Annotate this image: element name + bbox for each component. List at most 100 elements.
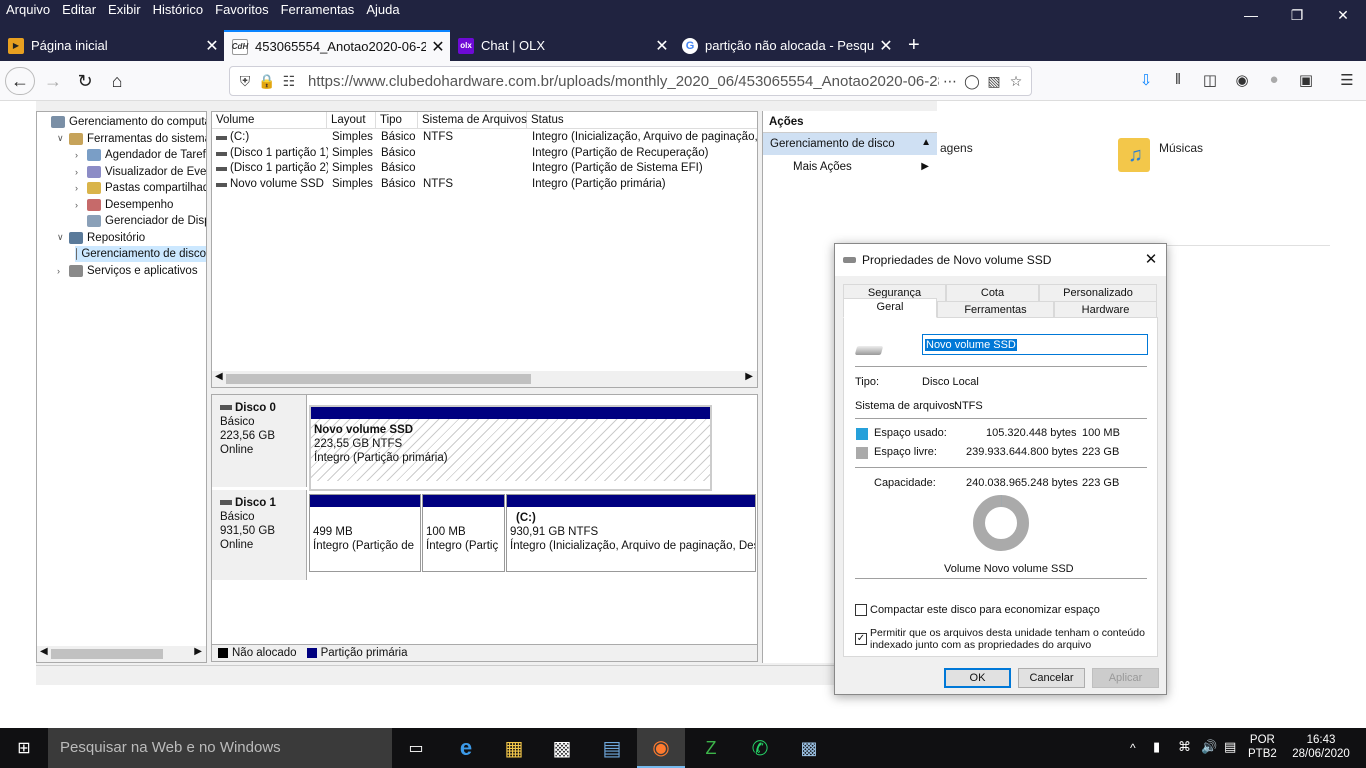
scroll-left-icon[interactable]: ◀ <box>215 371 223 382</box>
input-language[interactable]: POR PTB2 <box>1248 733 1277 761</box>
compress-label[interactable]: Compactar este disco para economizar esp… <box>870 604 1100 616</box>
menu-item[interactable]: Favoritos <box>209 3 274 17</box>
translate-icon[interactable]: ▧ <box>983 73 1005 90</box>
index-label-line1[interactable]: Permitir que os arquivos desta unidade t… <box>870 627 1145 639</box>
menu-item[interactable]: Editar <box>56 3 102 17</box>
collapse-up-icon[interactable]: ▲ <box>921 137 931 148</box>
restore-icon[interactable]: ❐ <box>1274 0 1320 30</box>
close-tab-icon[interactable]: ✕ <box>200 36 224 56</box>
minimize-icon[interactable]: — <box>1228 0 1274 30</box>
menu-item[interactable]: Exibir <box>102 3 147 17</box>
tab-image[interactable]: CdH 453065554_Anotao2020-06-28... ✕ <box>224 30 450 61</box>
expand-right-icon[interactable]: › <box>75 150 87 160</box>
battery-icon[interactable]: ▮ <box>1153 740 1160 754</box>
tree-node[interactable]: › Desempenho <box>75 197 173 213</box>
lock-icon[interactable]: 🔒 <box>256 73 278 90</box>
bookmark-star-icon[interactable]: ☆ <box>1005 73 1027 90</box>
shield-icon[interactable]: ⛨ <box>234 73 256 90</box>
ok-button[interactable]: OK <box>944 668 1011 688</box>
expand-right-icon[interactable]: › <box>75 183 87 193</box>
url-text[interactable]: https://www.clubedohardware.com.br/uploa… <box>308 73 939 90</box>
disk1-partition-c[interactable]: (C:) 930,91 GB NTFS Íntegro (Inicializaç… <box>506 494 756 572</box>
reload-button[interactable]: ↻ <box>70 67 100 95</box>
col-status[interactable]: Status <box>527 112 757 129</box>
task-view-icon[interactable]: ▭ <box>392 728 440 768</box>
disk1-partition-recovery[interactable]: 499 MB Íntegro (Partição de <box>309 494 421 572</box>
volume-name-input[interactable]: Novo volume SSD <box>922 334 1148 355</box>
clock[interactable]: 16:43 28/06/2020 <box>1288 733 1354 761</box>
tray-overflow-icon[interactable]: ^ <box>1130 741 1136 755</box>
back-button[interactable]: ← <box>5 67 35 95</box>
tab-home[interactable]: ▶ Página inicial ✕ <box>0 30 224 61</box>
index-label-line2[interactable]: indexado junto com as propriedades do ar… <box>870 639 1091 651</box>
tree-node[interactable]: ∨ Repositório <box>57 230 145 246</box>
scroll-thumb[interactable] <box>226 374 531 384</box>
tab-personalizado[interactable]: Personalizado <box>1039 284 1157 301</box>
tree-node[interactable]: Gerenciador de Dispositivos <box>75 213 206 229</box>
tree-node[interactable]: ∨ Ferramentas do sistema <box>57 131 206 147</box>
menu-item[interactable]: Ferramentas <box>275 3 361 17</box>
compress-checkbox[interactable] <box>855 604 867 616</box>
col-volume[interactable]: Volume <box>212 112 327 129</box>
disk0-partition-ssd[interactable]: Novo volume SSD 223,55 GB NTFS Íntegro (… <box>309 405 712 491</box>
notifications-icon[interactable]: ▤ <box>1224 740 1236 754</box>
settings-window-icon[interactable]: ▩ <box>785 728 833 768</box>
volume-list-scrollbar[interactable]: ◀ ▶ <box>212 371 757 387</box>
tab-hardware[interactable]: Hardware <box>1054 301 1157 318</box>
menu-item[interactable]: Histórico <box>147 3 210 17</box>
expand-down-icon[interactable]: ∨ <box>57 232 69 243</box>
store-icon[interactable]: ▩ <box>538 728 586 768</box>
scroll-thumb[interactable] <box>51 649 163 659</box>
actions-section-disk-management[interactable]: Gerenciamento de disco ▲ <box>763 133 937 155</box>
scroll-left-icon[interactable]: ◀ <box>40 646 48 657</box>
tree-node[interactable]: Gerenciamento de disco <box>75 246 206 262</box>
cancel-button[interactable]: Cancelar <box>1018 668 1085 688</box>
download-icon[interactable]: ⇩ <box>1135 71 1157 89</box>
computer-management-icon[interactable]: ▤ <box>588 728 636 768</box>
close-tab-icon[interactable]: ✕ <box>650 36 674 56</box>
home-button[interactable]: ⌂ <box>102 67 132 95</box>
sidebar-icon[interactable]: ◫ <box>1199 71 1221 89</box>
extension-icon[interactable]: ● <box>1263 71 1285 88</box>
scroll-right-icon[interactable]: ▶ <box>194 646 202 657</box>
disk1-partition-efi[interactable]: 100 MB Íntegro (Partiç <box>422 494 505 572</box>
tree-node[interactable]: › Pastas compartilhadas <box>75 180 206 196</box>
menu-item[interactable]: Ajuda <box>360 3 405 17</box>
tree-node[interactable]: › Visualizador de Eventos <box>75 164 206 180</box>
volume-name-value[interactable]: Novo volume SSD <box>925 339 1017 351</box>
tree-node[interactable]: › Serviços e aplicativos <box>57 263 198 279</box>
disk0-label[interactable]: Disco 0 Básico 223,56 GB Online <box>212 395 307 487</box>
apply-button[interactable]: Aplicar <box>1092 668 1159 688</box>
screenshot-icon[interactable]: ▣ <box>1295 71 1317 89</box>
more-actions-item[interactable]: Mais Ações ▶ <box>763 155 937 177</box>
index-checkbox[interactable]: ✓ <box>855 633 867 645</box>
tree-scrollbar[interactable]: ◀ ▶ <box>37 646 206 662</box>
dialog-close-icon[interactable]: ✕ <box>1136 244 1166 276</box>
tab-geral[interactable]: Geral <box>843 298 937 318</box>
permissions-icon[interactable]: ☷ <box>278 73 300 90</box>
tree-node[interactable]: › Agendador de Tarefas <box>75 147 206 163</box>
close-icon[interactable]: ✕ <box>1320 0 1366 30</box>
col-type[interactable]: Tipo <box>376 112 418 129</box>
tree-node[interactable]: Gerenciamento do computador <box>39 114 206 130</box>
col-filesystem[interactable]: Sistema de Arquivos <box>418 112 527 129</box>
tab-cota[interactable]: Cota <box>946 284 1039 301</box>
page-actions-icon[interactable]: ⋯ <box>939 73 961 90</box>
expand-right-icon[interactable]: › <box>75 200 87 210</box>
pocket-icon[interactable]: ◯ <box>961 73 983 90</box>
edge-icon[interactable]: e <box>442 728 490 768</box>
tab-google[interactable]: G partição não alocada - Pesquisa ✕ <box>674 30 898 61</box>
expand-down-icon[interactable]: ∨ <box>57 133 69 144</box>
tab-ferramentas[interactable]: Ferramentas <box>937 301 1054 318</box>
close-tab-icon[interactable]: ✕ <box>874 36 898 56</box>
forward-button[interactable]: → <box>38 67 68 95</box>
windows-start-icon[interactable]: ⊞ <box>0 728 48 768</box>
hamburger-menu-icon[interactable]: ☰ <box>1336 71 1358 89</box>
network-icon[interactable]: ⌘ <box>1178 740 1191 754</box>
volume-icon[interactable]: 🔊 <box>1201 740 1217 754</box>
taskbar-search[interactable]: Pesquisar na Web e no Windows <box>48 728 392 768</box>
address-bar[interactable]: ⛨ 🔒 ☷ https://www.clubedohardware.com.br… <box>229 66 1032 96</box>
firefox-icon[interactable]: ◉ <box>637 728 685 768</box>
file-explorer-icon[interactable]: ▦ <box>490 728 538 768</box>
whatsapp-icon[interactable]: ✆ <box>736 728 784 768</box>
